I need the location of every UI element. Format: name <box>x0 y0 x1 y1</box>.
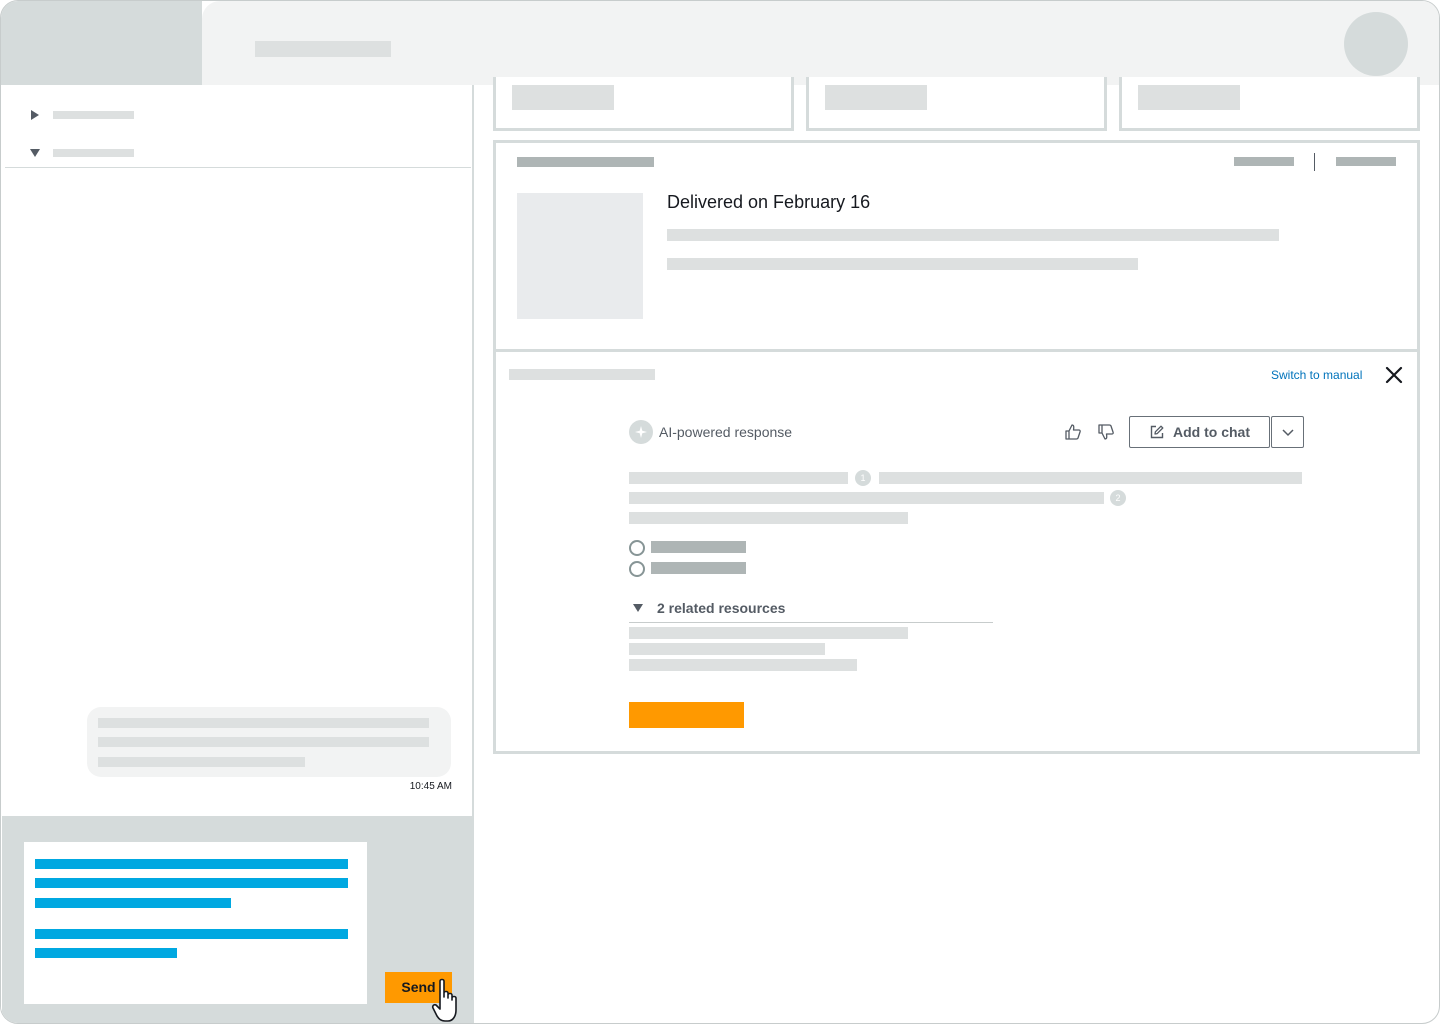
divider <box>5 167 471 168</box>
user-avatar[interactable] <box>1344 12 1408 76</box>
order-card-header-placeholder <box>517 157 654 167</box>
card-title-placeholder <box>512 85 614 110</box>
resource-link-placeholder[interactable] <box>629 643 825 655</box>
tree-item-label-placeholder <box>53 111 134 119</box>
draft-text-line <box>35 929 348 939</box>
pointer-cursor-icon <box>431 978 457 1022</box>
citation-badge[interactable]: 1 <box>855 470 871 486</box>
add-to-chat-label: Add to chat <box>1173 424 1250 440</box>
separator <box>1314 153 1315 171</box>
assistant-panel-title-placeholder <box>509 369 655 380</box>
response-line-placeholder <box>629 512 908 524</box>
add-to-chat-options-button[interactable] <box>1271 416 1304 448</box>
sparkle-icon <box>629 420 653 444</box>
add-to-chat-button[interactable]: Add to chat <box>1129 416 1270 448</box>
option-radio[interactable] <box>629 540 645 556</box>
delivery-status: Delivered on February 16 <box>667 192 871 212</box>
ai-response-label: AI-powered response <box>659 424 793 440</box>
message-line-placeholder <box>98 737 429 747</box>
primary-action-button[interactable] <box>629 702 744 728</box>
draft-text-line <box>35 948 177 958</box>
chat-message-bubble <box>87 707 451 777</box>
draft-text-line <box>35 859 348 869</box>
option-label-placeholder <box>651 541 746 553</box>
option-label-placeholder <box>651 562 746 574</box>
message-line-placeholder <box>98 757 305 767</box>
edit-icon <box>1150 425 1164 439</box>
summary-card <box>1119 77 1420 131</box>
caret-down-icon <box>633 604 643 612</box>
response-line-placeholder <box>629 492 1104 504</box>
order-action-link-placeholder[interactable] <box>1336 157 1396 166</box>
product-image <box>517 193 643 319</box>
chevron-down-icon <box>1282 429 1294 437</box>
product-line-placeholder <box>667 229 1279 241</box>
caret-down-icon <box>30 149 40 157</box>
summary-card <box>493 77 794 131</box>
related-resources-label[interactable]: 2 related resources <box>657 600 785 616</box>
switch-to-manual-link[interactable]: Switch to manual <box>1271 368 1362 382</box>
tree-item-label-placeholder <box>53 149 134 157</box>
citation-badge[interactable]: 2 <box>1110 490 1126 506</box>
product-line-placeholder <box>667 258 1138 270</box>
message-input[interactable] <box>24 842 367 1004</box>
order-action-link-placeholder[interactable] <box>1234 157 1294 166</box>
summary-card <box>806 77 1107 131</box>
top-bar <box>202 1 1439 85</box>
related-resources-toggle[interactable] <box>633 604 643 612</box>
thumbs-up-icon[interactable] <box>1064 423 1082 441</box>
option-radio[interactable] <box>629 561 645 577</box>
thumbs-down-icon[interactable] <box>1097 423 1115 441</box>
close-icon[interactable] <box>1383 364 1405 386</box>
divider <box>629 622 993 623</box>
sidebar-header <box>1 1 202 85</box>
tree-item-expanded[interactable] <box>30 149 40 157</box>
card-title-placeholder <box>1138 85 1240 110</box>
response-line-placeholder <box>629 472 848 484</box>
app-window: 10:45 AM Send Delivered on February 16 S… <box>0 0 1440 1024</box>
caret-right-icon <box>31 110 39 120</box>
card-title-placeholder <box>825 85 927 110</box>
draft-text-line <box>35 878 348 888</box>
top-bar-title-placeholder <box>255 41 391 57</box>
tree-item-collapsed[interactable] <box>31 110 39 120</box>
resource-link-placeholder[interactable] <box>629 627 908 639</box>
resource-link-placeholder[interactable] <box>629 659 857 671</box>
draft-text-line <box>35 898 231 908</box>
message-timestamp: 10:45 AM <box>409 781 452 792</box>
message-line-placeholder <box>98 718 429 728</box>
response-line-placeholder <box>879 472 1302 484</box>
